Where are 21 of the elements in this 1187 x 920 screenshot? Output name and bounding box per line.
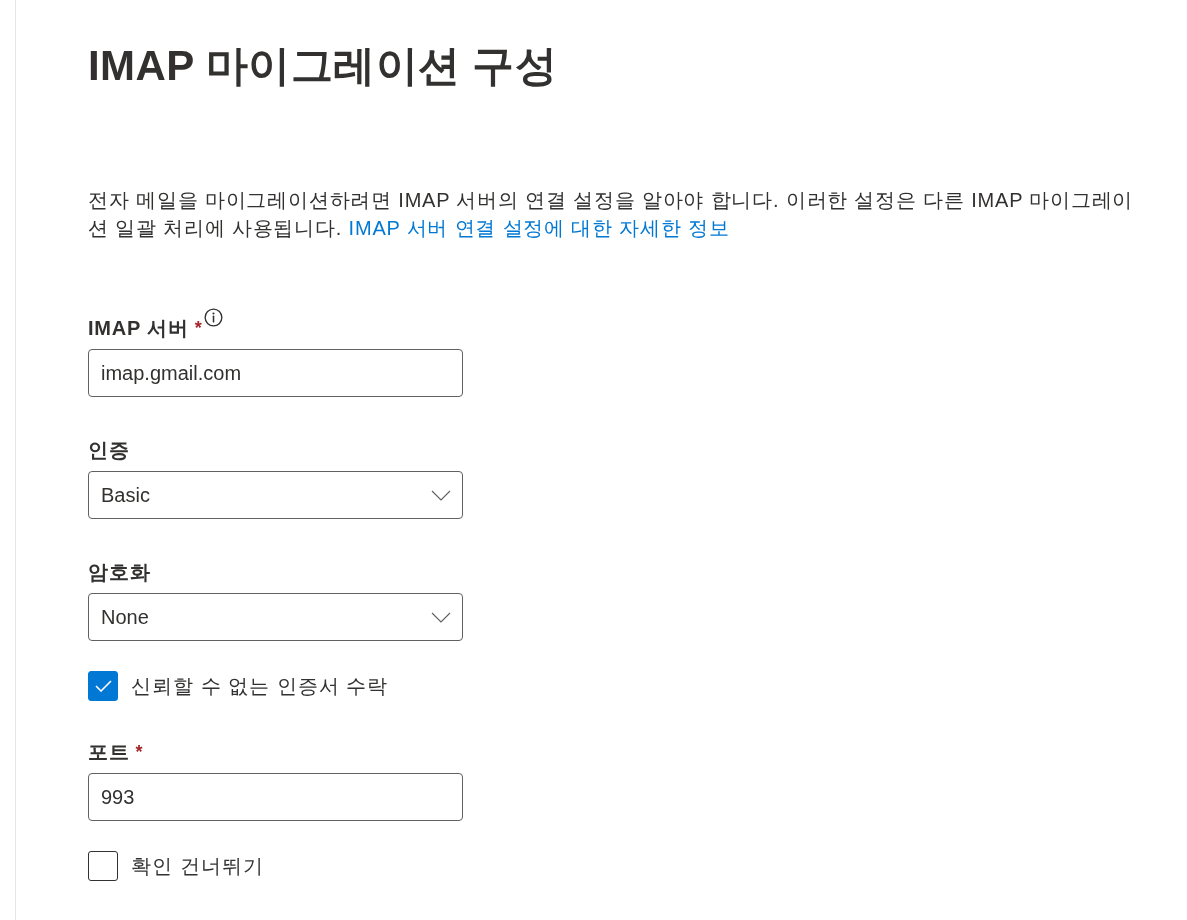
text-input[interactable]: 993 <box>88 773 463 821</box>
field-label: IMAP 서버 <box>88 316 189 340</box>
checkbox-label: 확인 건너뛰기 <box>131 854 264 879</box>
text-input[interactable]: imap.gmail.com <box>88 349 463 397</box>
checkbox-label: 신뢰할 수 없는 인증서 수락 <box>131 674 389 699</box>
required-asterisk: * <box>194 317 202 340</box>
description-text: 전자 메일을 마이그레이션하려면 IMAP 서버의 연결 설정을 알아야 합니다. 이러한 설정은 다른 IMAP 마이그레이션 일괄 처리에 사용됩니다. IMAP 서버 연결 설정에 대한 자세한 정보 <box>88 188 1135 241</box>
checkbox[interactable] <box>88 851 118 881</box>
checkmark-icon <box>94 680 112 692</box>
learn-more-link[interactable]: IMAP 서버 연결 설정에 대한 자세한 정보 <box>348 217 730 239</box>
info-icon[interactable] <box>203 308 223 327</box>
required-asterisk: * <box>135 741 143 764</box>
dropdown[interactable]: Basic <box>88 471 463 519</box>
dropdown[interactable]: None <box>88 593 463 641</box>
checkbox[interactable] <box>88 671 118 701</box>
field-label: 인증 <box>88 438 130 462</box>
chevron-down-icon <box>431 489 451 501</box>
page-title: IMAP 마이그레이션 구성 <box>88 41 559 91</box>
chevron-down-icon <box>431 611 451 623</box>
field-label: 암호화 <box>88 560 151 584</box>
field-label: 포트 <box>88 740 130 764</box>
